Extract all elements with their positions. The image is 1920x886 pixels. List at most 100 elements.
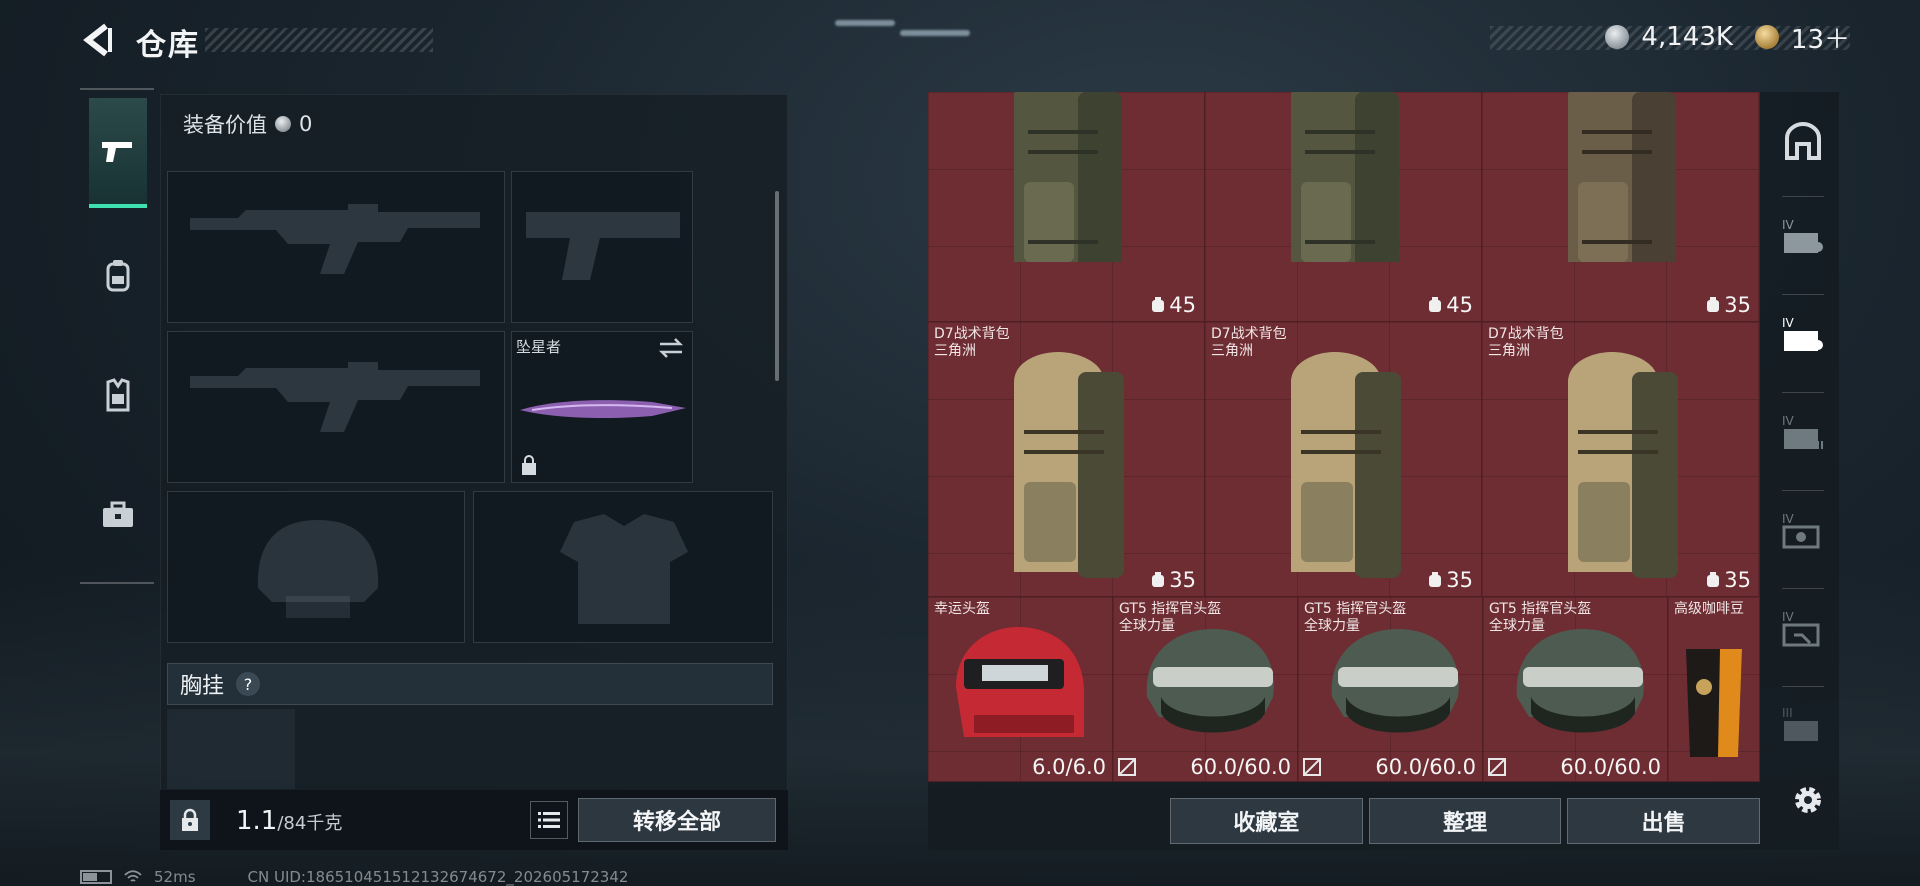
backpack-item-icon	[1014, 352, 1124, 578]
loadout-tab-bar	[80, 88, 154, 588]
capacity-readout: 35	[1706, 293, 1751, 317]
backpack-capacity-icon	[1152, 572, 1165, 587]
capacity-readout: 35	[1151, 568, 1196, 592]
capacity-value: 35	[1724, 293, 1751, 317]
backpack-item-icon	[1568, 352, 1678, 578]
backpack-item-icon	[1568, 92, 1676, 262]
storage-grid: 45 45 35 D7战术背包 三角洲 35 D7战术背包 三角洲 35 D7战…	[928, 92, 1760, 782]
sidearm-slot[interactable]	[511, 171, 693, 323]
sort-button[interactable]: 整理	[1368, 798, 1562, 844]
item-name: 幸运头盔	[934, 601, 990, 617]
storage-tab-expansion-5[interactable]: IV	[1778, 606, 1828, 652]
storage-tab-expansion-1[interactable]: IV	[1778, 214, 1828, 260]
capacity-value: 45	[1446, 293, 1473, 317]
grid-item-d7-backpack[interactable]: D7战术背包 三角洲 35	[928, 322, 1205, 597]
help-icon[interactable]: ?	[236, 672, 261, 696]
back-arrow-icon	[83, 23, 112, 57]
wifi-icon	[124, 870, 142, 882]
grid-item-backpack[interactable]: 45	[928, 92, 1205, 322]
storage-panel: 45 45 35 D7战术背包 三角洲 35 D7战术背包 三角洲 35 D7战…	[928, 92, 1839, 850]
collection-room-button[interactable]: 收藏室	[1170, 798, 1363, 844]
move-all-button[interactable]: 转移全部	[578, 798, 776, 842]
capacity-value: 35	[1169, 568, 1196, 592]
item-name: GT5 指挥官头盔 全球力量	[1489, 601, 1592, 634]
storage-actions: 收藏室 整理 出售	[1170, 798, 1761, 844]
primary-weapon-slot[interactable]	[167, 171, 505, 323]
storage-tab-expansion-4[interactable]: IV	[1778, 508, 1828, 554]
item-name: D7战术背包 三角洲	[1211, 326, 1287, 359]
capacity-readout: 35	[1428, 568, 1473, 592]
backpack-item-icon	[1291, 352, 1401, 578]
sidebar-divider	[1782, 196, 1824, 197]
grid-item-backpack[interactable]: 35	[1482, 92, 1760, 322]
tab-vest[interactable]	[89, 340, 147, 450]
melee-name: 坠星者	[516, 338, 562, 356]
grid-item-d7-backpack[interactable]: D7战术背包 三角洲 35	[1482, 322, 1760, 597]
chest-rig-label: 胸挂	[180, 674, 225, 699]
storage-expansion-icon: IV	[1782, 414, 1823, 449]
item-name: D7战术背包 三角洲	[934, 326, 1010, 359]
chest-rig-slot[interactable]	[167, 709, 295, 789]
sidebar-divider	[1782, 294, 1824, 295]
settings-button[interactable]	[1790, 782, 1826, 818]
durability-value: 60.0/60.0	[1560, 755, 1661, 779]
helmet-slot[interactable]	[167, 491, 465, 643]
currency-bar: 4,143K 13＋	[1605, 19, 1850, 56]
capacity-value: 35	[1446, 568, 1473, 592]
storage-expansion-icon: IV	[1782, 316, 1823, 351]
melee-slot[interactable]: 坠星者	[511, 331, 693, 483]
svg-text:III: III	[1782, 706, 1793, 720]
sell-button[interactable]: 出售	[1567, 798, 1761, 844]
title-decoration	[205, 28, 433, 52]
armor-slot[interactable]	[473, 491, 773, 643]
tab-weapons[interactable]	[89, 98, 147, 208]
coffee-bag-icon	[1686, 649, 1742, 757]
grid-item-lucky-helmet[interactable]: 幸运头盔 6.0/6.0	[928, 597, 1113, 782]
lock-button[interactable]	[170, 800, 210, 840]
storage-expansion-icon: IV	[1782, 610, 1820, 647]
storage-tab-expansion-2[interactable]: IV	[1778, 312, 1828, 358]
backpack-capacity-icon	[1707, 297, 1720, 312]
silver-coin-icon	[1605, 25, 1630, 49]
grid-item-d7-backpack[interactable]: D7战术背包 三角洲 35	[1205, 322, 1482, 597]
tab-case[interactable]	[89, 460, 147, 570]
carry-weight: 1.1/84千克	[236, 806, 342, 836]
list-icon	[538, 812, 560, 828]
grid-item-gt5-helmet[interactable]: GT5 指挥官头盔 全球力量 60.0/60.0	[1298, 597, 1483, 782]
swap-icon[interactable]	[658, 338, 684, 358]
loadout-scrollbar[interactable]	[775, 191, 779, 381]
back-button[interactable]	[80, 22, 116, 58]
item-name: GT5 指挥官头盔 全球力量	[1119, 601, 1222, 634]
durability-value: 60.0/60.0	[1375, 755, 1476, 779]
tab-backpack[interactable]	[89, 220, 147, 330]
tab-bar-divider	[80, 582, 154, 584]
sidebar-divider	[1782, 686, 1824, 687]
vest-icon	[106, 378, 130, 412]
header: 仓库 4,143K 13＋	[0, 0, 1920, 80]
backpack-item-icon	[1291, 92, 1399, 262]
capacity-readout: 45	[1428, 293, 1473, 317]
storage-tab-safehouse[interactable]	[1778, 118, 1828, 164]
grid-item-coffee-beans[interactable]: 高级咖啡豆	[1668, 597, 1760, 782]
helmet-silhouette-icon	[257, 520, 379, 618]
storage-tab-expansion-6[interactable]: III	[1778, 702, 1828, 748]
lock-icon	[182, 808, 198, 831]
safehouse-icon	[1785, 122, 1821, 160]
grid-item-gt5-helmet[interactable]: GT5 指挥官头盔 全球力量 60.0/60.0	[1483, 597, 1668, 782]
sidebar-divider	[1782, 392, 1824, 393]
secondary-weapon-slot[interactable]	[167, 331, 505, 483]
svg-text:IV: IV	[1782, 512, 1795, 526]
grid-item-backpack[interactable]: 45	[1205, 92, 1482, 322]
silver-coin-icon	[275, 116, 291, 132]
storage-tab-expansion-3[interactable]: IV	[1778, 410, 1828, 456]
item-name: GT5 指挥官头盔 全球力量	[1304, 601, 1407, 634]
capacity-readout: 35	[1706, 568, 1751, 592]
backpack-capacity-icon	[1152, 297, 1165, 312]
grid-item-gt5-helmet[interactable]: GT5 指挥官头盔 全球力量 60.0/60.0	[1113, 597, 1298, 782]
gold-coin-icon	[1754, 25, 1779, 49]
knife-icon	[520, 400, 686, 418]
storage-expansion-icon: IV	[1782, 218, 1823, 253]
list-view-button[interactable]	[530, 801, 568, 839]
gold-currency-value[interactable]: 13＋	[1791, 19, 1850, 56]
storage-expansion-icon: IV	[1782, 512, 1820, 549]
